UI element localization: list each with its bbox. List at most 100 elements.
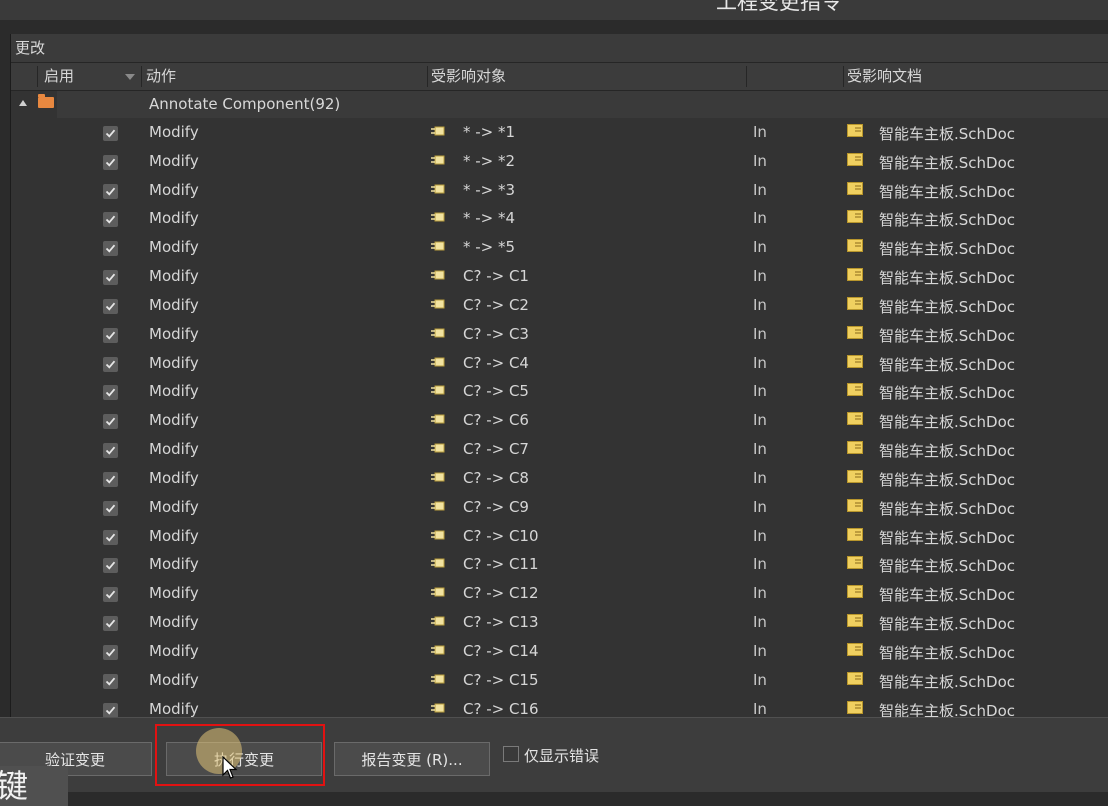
column-action[interactable]: 动作 xyxy=(146,63,176,90)
collapse-arrow-icon[interactable] xyxy=(19,100,27,106)
change-row[interactable]: Modify C? -> C1 In 智能车主板.SchDoc xyxy=(11,263,1108,292)
schematic-doc-icon xyxy=(847,181,863,195)
schematic-doc-icon xyxy=(847,268,863,282)
only-show-errors-checkbox[interactable] xyxy=(503,746,519,762)
change-row[interactable]: Modify * -> *1 In 智能车主板.SchDoc xyxy=(11,119,1108,148)
action-cell: Modify xyxy=(149,353,199,372)
enable-checkbox[interactable] xyxy=(103,126,118,141)
change-row[interactable]: Modify C? -> C2 In 智能车主板.SchDoc xyxy=(11,292,1108,321)
change-row[interactable]: Modify C? -> C14 In 智能车主板.SchDoc xyxy=(11,638,1108,667)
column-enable[interactable]: 启用 xyxy=(44,63,74,90)
report-changes-button[interactable]: 报告变更 (R)... xyxy=(334,742,490,776)
change-row[interactable]: Modify C? -> C3 In 智能车主板.SchDoc xyxy=(11,321,1108,350)
component-icon xyxy=(431,558,445,568)
enable-checkbox[interactable] xyxy=(103,298,118,314)
enable-checkbox[interactable] xyxy=(103,558,118,574)
enable-checkbox[interactable] xyxy=(103,644,118,660)
action-cell: Modify xyxy=(149,382,199,401)
direction-cell: In xyxy=(753,584,767,603)
direction-cell: In xyxy=(753,238,767,257)
column-affected-object[interactable]: 受影响对象 xyxy=(431,63,506,90)
enable-checkbox[interactable] xyxy=(103,673,118,689)
affected-object-cell: C? -> C3 xyxy=(463,324,529,343)
affected-document-cell: 智能车主板.SchDoc xyxy=(879,470,1016,489)
affected-document-cell: 智能车主板.SchDoc xyxy=(879,384,1016,403)
enable-checkbox[interactable] xyxy=(103,270,118,286)
only-show-errors-label: 仅显示错误 xyxy=(524,747,600,765)
change-row[interactable]: Modify C? -> C12 In 智能车主板.SchDoc xyxy=(11,580,1108,609)
action-cell: Modify xyxy=(149,641,199,660)
enable-checkbox[interactable] xyxy=(103,616,118,632)
direction-cell: In xyxy=(753,526,767,545)
change-row[interactable]: Modify C? -> C9 In 智能车主板.SchDoc xyxy=(11,494,1108,523)
action-cell: Modify xyxy=(149,295,199,314)
check-icon xyxy=(105,244,116,253)
group-row[interactable]: Annotate Component(92) xyxy=(11,90,1108,119)
action-cell: Modify xyxy=(149,584,199,603)
change-row[interactable]: Modify C? -> C16 In 智能车主板.SchDoc xyxy=(11,696,1108,717)
change-row[interactable]: Modify C? -> C8 In 智能车主板.SchDoc xyxy=(11,465,1108,494)
changes-panel: 更改 启用 动作 受影响对象 受影响文档 Annotate Component(… xyxy=(10,34,1108,717)
check-icon xyxy=(105,331,116,340)
schematic-doc-icon xyxy=(847,152,863,166)
affected-object-cell: C? -> C13 xyxy=(463,613,539,632)
enable-checkbox[interactable] xyxy=(103,702,118,717)
affected-document-cell: 智能车主板.SchDoc xyxy=(879,615,1016,634)
enable-checkbox[interactable] xyxy=(103,183,118,199)
component-icon xyxy=(431,328,445,338)
component-icon xyxy=(431,385,445,395)
enable-checkbox[interactable] xyxy=(103,414,118,430)
change-row[interactable]: Modify C? -> C11 In 智能车主板.SchDoc xyxy=(11,551,1108,580)
schematic-doc-icon xyxy=(847,700,863,714)
column-separator xyxy=(427,66,428,87)
component-icon xyxy=(431,241,445,251)
affected-object-cell: C? -> C15 xyxy=(463,670,539,689)
change-row[interactable]: Modify * -> *4 In 智能车主板.SchDoc xyxy=(11,205,1108,234)
direction-cell: In xyxy=(753,295,767,314)
affected-document-cell: 智能车主板.SchDoc xyxy=(879,557,1016,576)
affected-object-cell: C? -> C1 xyxy=(463,267,529,286)
check-icon xyxy=(105,273,116,282)
affected-document-cell: 智能车主板.SchDoc xyxy=(879,701,1016,717)
enable-checkbox[interactable] xyxy=(103,356,118,372)
enable-checkbox[interactable] xyxy=(103,241,118,257)
enable-checkbox[interactable] xyxy=(103,327,118,343)
schematic-doc-icon xyxy=(847,585,863,599)
enable-checkbox[interactable] xyxy=(103,529,118,545)
affected-document-cell: 智能车主板.SchDoc xyxy=(879,499,1016,518)
title-bar: 工程变更指令 xyxy=(0,0,1108,20)
affected-object-cell: C? -> C9 xyxy=(463,497,529,516)
sort-arrow-icon[interactable] xyxy=(125,74,135,80)
enable-checkbox[interactable] xyxy=(103,471,118,487)
action-cell: Modify xyxy=(149,555,199,574)
change-row[interactable]: Modify C? -> C6 In 智能车主板.SchDoc xyxy=(11,407,1108,436)
column-separator xyxy=(843,66,844,87)
schematic-doc-icon xyxy=(847,469,863,483)
affected-object-cell: C? -> C5 xyxy=(463,382,529,401)
affected-document-cell: 智能车主板.SchDoc xyxy=(879,643,1016,662)
component-icon xyxy=(431,414,445,424)
enable-checkbox[interactable] xyxy=(103,500,118,516)
change-row[interactable]: Modify C? -> C7 In 智能车主板.SchDoc xyxy=(11,436,1108,465)
change-row[interactable]: Modify * -> *5 In 智能车主板.SchDoc xyxy=(11,234,1108,263)
change-row[interactable]: Modify * -> *3 In 智能车主板.SchDoc xyxy=(11,177,1108,206)
component-icon xyxy=(431,270,445,280)
column-affected-document[interactable]: 受影响文档 xyxy=(847,63,922,90)
change-row[interactable]: Modify C? -> C15 In 智能车主板.SchDoc xyxy=(11,667,1108,696)
change-row[interactable]: Modify * -> *2 In 智能车主板.SchDoc xyxy=(11,148,1108,177)
enable-checkbox[interactable] xyxy=(103,154,118,170)
change-row[interactable]: Modify C? -> C10 In 智能车主板.SchDoc xyxy=(11,523,1108,552)
change-row[interactable]: Modify C? -> C4 In 智能车主板.SchDoc xyxy=(11,350,1108,379)
direction-cell: In xyxy=(753,641,767,660)
check-icon xyxy=(105,389,116,398)
enable-checkbox[interactable] xyxy=(103,385,118,401)
enable-checkbox[interactable] xyxy=(103,443,118,459)
affected-document-cell: 智能车主板.SchDoc xyxy=(879,528,1016,547)
changes-group-label: 更改 xyxy=(15,39,46,57)
schematic-doc-icon xyxy=(847,124,863,137)
change-row[interactable]: Modify C? -> C5 In 智能车主板.SchDoc xyxy=(11,378,1108,407)
change-row[interactable]: Modify C? -> C13 In 智能车主板.SchDoc xyxy=(11,609,1108,638)
affected-object-cell: C? -> C16 xyxy=(463,699,539,717)
enable-checkbox[interactable] xyxy=(103,587,118,603)
enable-checkbox[interactable] xyxy=(103,212,118,228)
